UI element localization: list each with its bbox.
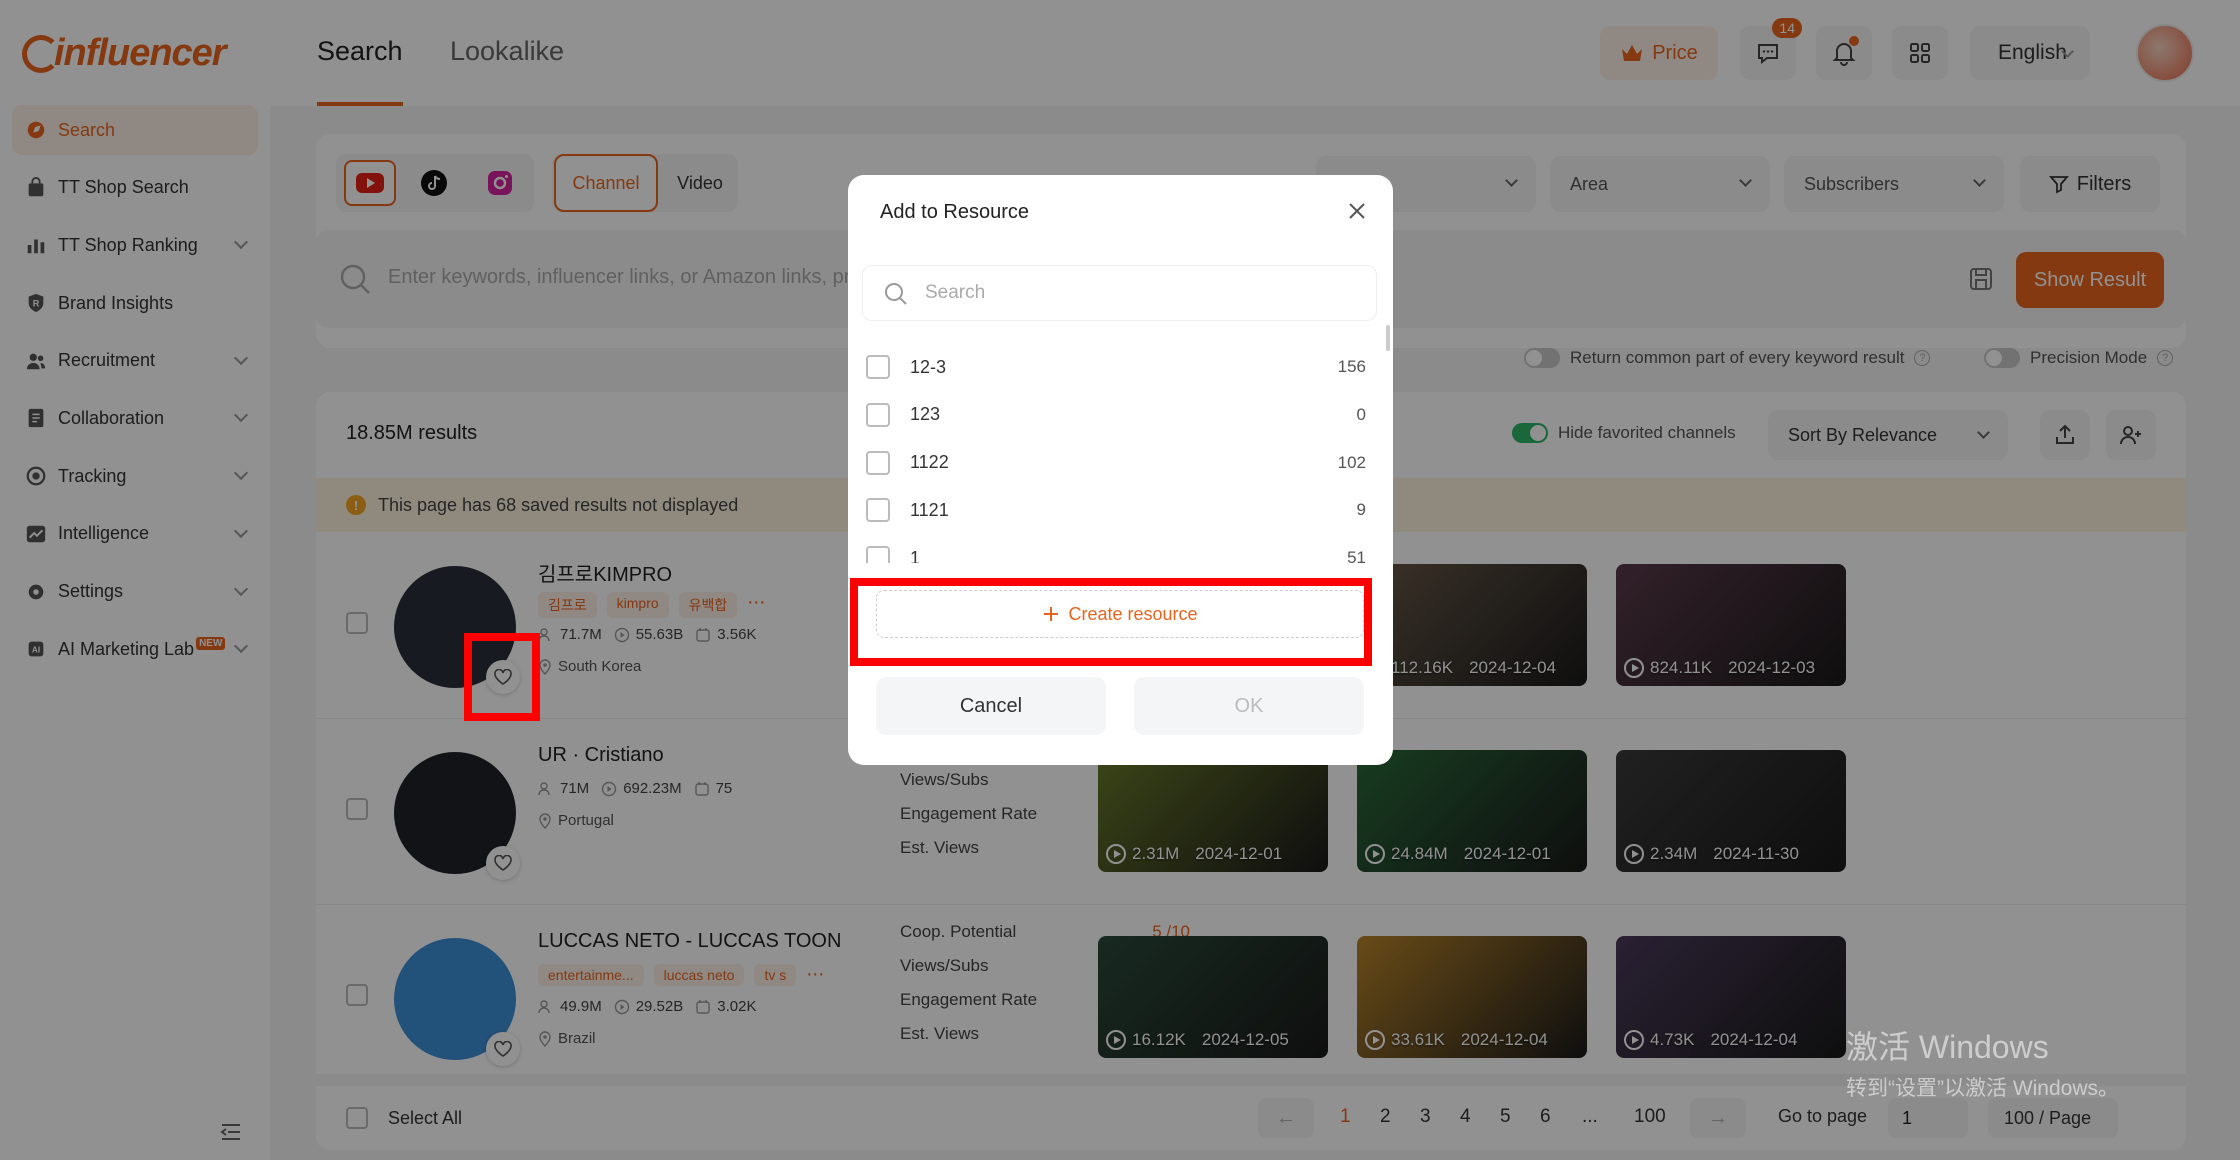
resource-count: 9 <box>1356 500 1366 520</box>
windows-activation-watermark: 激活 Windows 转到“设置”以激活 Windows。 <box>1846 1022 2119 1102</box>
add-to-resource-modal: Add to Resource Search 12-3 156 123 0 1122 10… <box>848 175 1393 765</box>
resource-list-scrollbar[interactable] <box>1386 325 1390 351</box>
resource-list-item[interactable]: 12-3 156 <box>862 343 1372 391</box>
cancel-button[interactable]: Cancel <box>876 677 1106 735</box>
resource-search-placeholder: Search <box>925 282 986 303</box>
resource-count: 102 <box>1337 452 1366 472</box>
resource-checkbox[interactable] <box>866 498 890 523</box>
favorite-highlight-box <box>464 633 540 721</box>
resource-count: 0 <box>1356 404 1366 424</box>
resource-name: 1121 <box>910 499 949 520</box>
create-resource-highlight-box <box>850 578 1372 666</box>
close-icon[interactable] <box>1345 199 1369 223</box>
resource-checkbox[interactable] <box>866 355 890 379</box>
watermark-line2: 转到“设置”以激活 Windows。 <box>1846 1077 2120 1100</box>
watermark-line1: 激活 Windows <box>1846 1029 2049 1065</box>
modal-title: Add to Resource <box>880 201 1029 223</box>
resource-list-item[interactable]: 1122 102 <box>862 439 1372 487</box>
resource-name: 1122 <box>910 452 949 473</box>
resource-checkbox[interactable] <box>866 546 890 563</box>
resource-list-item[interactable]: 1121 9 <box>862 486 1372 534</box>
resource-checkbox[interactable] <box>866 402 890 427</box>
resource-name: 1 <box>910 547 921 563</box>
resource-count: 156 <box>1337 357 1366 376</box>
resource-list: 12-3 156 123 0 1122 102 1121 9 1 51 <box>862 343 1372 563</box>
ok-button[interactable]: OK <box>1134 677 1364 735</box>
resource-list-item[interactable]: 123 0 <box>862 391 1372 439</box>
resource-name: 12-3 <box>910 356 947 377</box>
resource-list-item[interactable]: 1 51 <box>862 534 1372 563</box>
search-icon <box>885 283 907 305</box>
resource-name: 123 <box>910 404 941 425</box>
resource-checkbox[interactable] <box>866 450 890 475</box>
resource-count: 51 <box>1347 548 1366 563</box>
resource-search-input[interactable]: Search <box>862 265 1377 321</box>
